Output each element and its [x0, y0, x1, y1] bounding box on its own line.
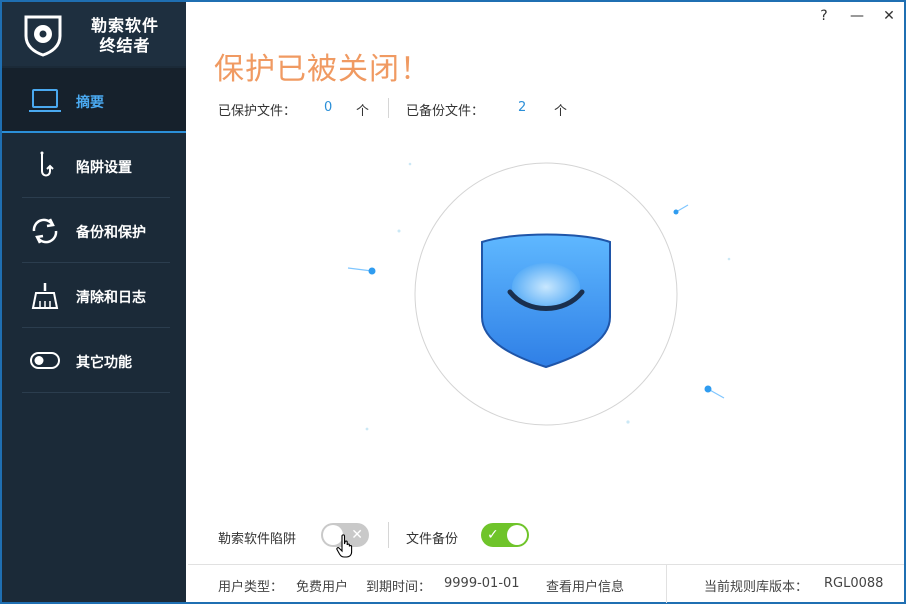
sidebar-item-clean-log[interactable]: 清除和日志 — [2, 263, 186, 328]
user-type-value: 免费用户 — [296, 580, 349, 595]
sidebar-item-label: 清除和日志 — [76, 290, 146, 306]
particle — [704, 385, 712, 393]
sidebar-item-summary[interactable]: 摘要 — [2, 68, 186, 133]
particle — [368, 267, 376, 275]
help-button[interactable]: ? — [812, 6, 836, 26]
sidebar-item-backup-protect[interactable]: 备份和保护 — [2, 198, 186, 263]
rule-version-label: 当前规则库版本： — [704, 580, 809, 595]
particle — [673, 209, 679, 215]
particle — [397, 229, 401, 233]
backup-files-count: 2 — [518, 100, 527, 115]
sidebar-item-label: 备份和保护 — [76, 225, 146, 241]
protected-files-unit: 个 — [356, 104, 370, 119]
app-title: 勒索软件 终结者 — [80, 16, 170, 56]
divider — [388, 98, 389, 118]
checkmark-icon: ✓ — [487, 527, 499, 543]
expire-date: 9999-01-01 — [444, 576, 520, 591]
hook-icon — [40, 151, 54, 177]
app-window: 勒索软件 终结者 摘要 陷阱设置 备份和保护 清除和日志 其它功能 ? — ✕ … — [0, 0, 906, 604]
particle — [365, 427, 369, 431]
laptop-icon — [29, 89, 61, 112]
app-logo-icon — [24, 15, 62, 57]
sidebar-item-trap-settings[interactable]: 陷阱设置 — [2, 133, 186, 198]
sidebar-item-label: 陷阱设置 — [76, 160, 132, 176]
particle — [727, 257, 731, 261]
divider — [388, 522, 389, 548]
sidebar: 勒索软件 终结者 摘要 陷阱设置 备份和保护 清除和日志 其它功能 — [2, 2, 186, 602]
hand-cursor-icon — [336, 534, 353, 558]
app-title-line2: 终结者 — [99, 36, 151, 55]
toggle-knob — [507, 525, 527, 545]
sidebar-item-label: 摘要 — [76, 95, 104, 111]
close-button[interactable]: ✕ — [877, 6, 901, 26]
ransomware-trap-label: 勒索软件陷阱 — [218, 532, 297, 547]
protection-status-title: 保护已被关闭！ — [214, 52, 431, 87]
expire-label: 到期时间： — [366, 580, 432, 595]
backup-files-unit: 个 — [554, 104, 568, 119]
toggle-icon — [30, 352, 60, 369]
rule-version-value: RGL0088 — [824, 576, 884, 591]
broom-icon — [31, 283, 59, 309]
sync-icon — [32, 218, 58, 244]
sidebar-nav: 摘要 陷阱设置 备份和保护 清除和日志 其它功能 — [2, 68, 186, 393]
brand: 勒索软件 终结者 — [2, 2, 186, 66]
app-title-line1: 勒索软件 — [90, 16, 159, 35]
protected-files-count: 0 — [324, 100, 333, 115]
minimize-button[interactable]: — — [845, 6, 869, 26]
user-type-label: 用户类型： — [218, 580, 284, 595]
status-footer: 用户类型： 免费用户 到期时间： 9999-01-01 查看用户信息 当前规则库… — [188, 564, 904, 603]
shield-visual — [347, 162, 731, 431]
divider — [22, 392, 170, 393]
divider — [666, 565, 667, 603]
sidebar-item-other[interactable]: 其它功能 — [2, 328, 186, 393]
protected-files-label: 已保护文件： — [218, 104, 297, 119]
view-user-info-link[interactable]: 查看用户信息 — [546, 576, 624, 595]
particle — [408, 162, 412, 166]
sidebar-item-label: 其它功能 — [76, 355, 132, 371]
file-backup-toggle[interactable]: ✓ — [481, 523, 529, 547]
file-backup-label: 文件备份 — [406, 532, 459, 547]
particle — [626, 420, 630, 424]
particle — [347, 267, 373, 272]
feature-toggles: 勒索软件陷阱 ✕ 文件备份 ✓ — [218, 520, 618, 558]
backup-files-label: 已备份文件： — [406, 104, 485, 119]
